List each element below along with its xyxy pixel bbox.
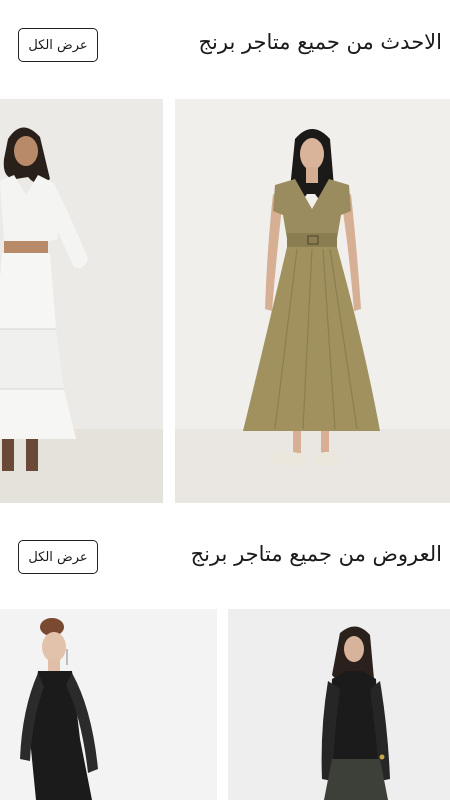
offers-products-carousel[interactable] <box>0 609 450 800</box>
latest-section: الاحدث من جميع متاجر برنج عرض الكل <box>0 0 450 520</box>
offers-section: العروض من جميع متاجر برنج عرض الكل <box>0 520 450 800</box>
offers-section-title: العروض من جميع متاجر برنج <box>190 542 442 566</box>
latest-section-header: الاحدث من جميع متاجر برنج عرض الكل <box>0 22 450 72</box>
offers-view-all-button[interactable]: عرض الكل <box>18 540 98 574</box>
product-card[interactable] <box>0 609 217 800</box>
product-image <box>175 99 450 503</box>
latest-products-carousel[interactable] <box>0 99 450 503</box>
product-image <box>0 609 217 800</box>
product-card[interactable] <box>175 99 450 503</box>
product-image <box>0 99 163 503</box>
latest-view-all-button[interactable]: عرض الكل <box>18 28 98 62</box>
product-card[interactable] <box>228 609 450 800</box>
latest-section-title: الاحدث من جميع متاجر برنج <box>198 30 442 54</box>
product-card[interactable] <box>0 99 163 503</box>
offers-section-header: العروض من جميع متاجر برنج عرض الكل <box>0 534 450 584</box>
product-image <box>228 609 450 800</box>
